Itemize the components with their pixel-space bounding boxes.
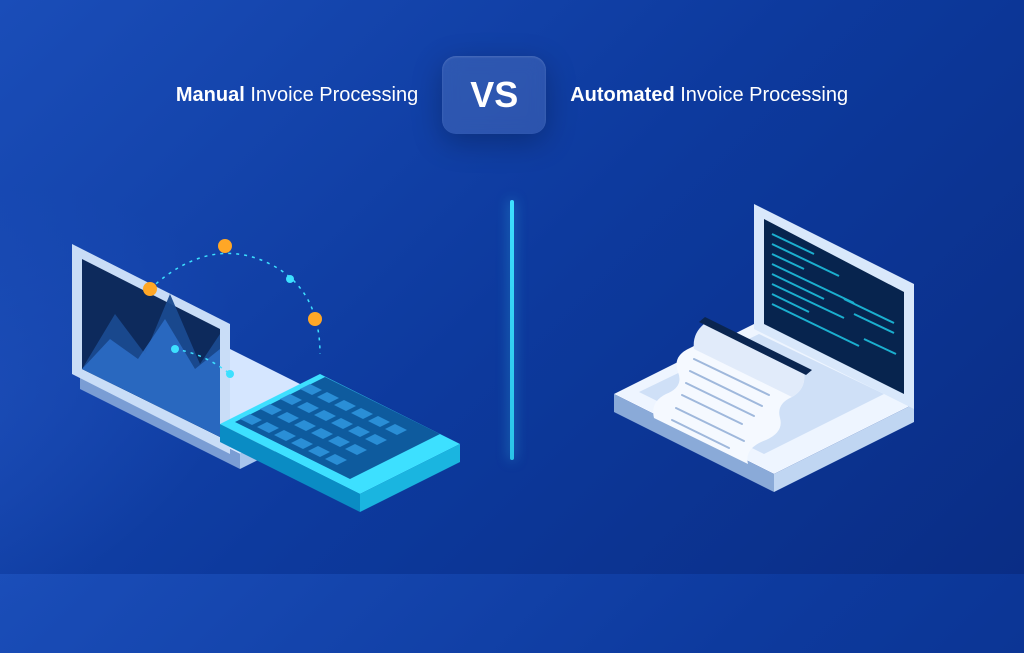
manual-rest: Invoice Processing [245, 84, 418, 106]
manual-bold: Manual [176, 84, 245, 106]
manual-illustration [60, 194, 480, 494]
automated-label: Automated Invoice Processing [570, 84, 848, 107]
header-row: Manual Invoice Processing VS Automated I… [0, 0, 1024, 134]
manual-label: Manual Invoice Processing [176, 84, 418, 107]
automated-bold: Automated [570, 84, 674, 106]
manual-svg [60, 194, 480, 514]
automated-illustration [544, 194, 964, 494]
vs-badge: VS [442, 56, 546, 134]
content-row [0, 194, 1024, 494]
automated-rest: Invoice Processing [675, 84, 848, 106]
automated-svg [544, 194, 964, 514]
